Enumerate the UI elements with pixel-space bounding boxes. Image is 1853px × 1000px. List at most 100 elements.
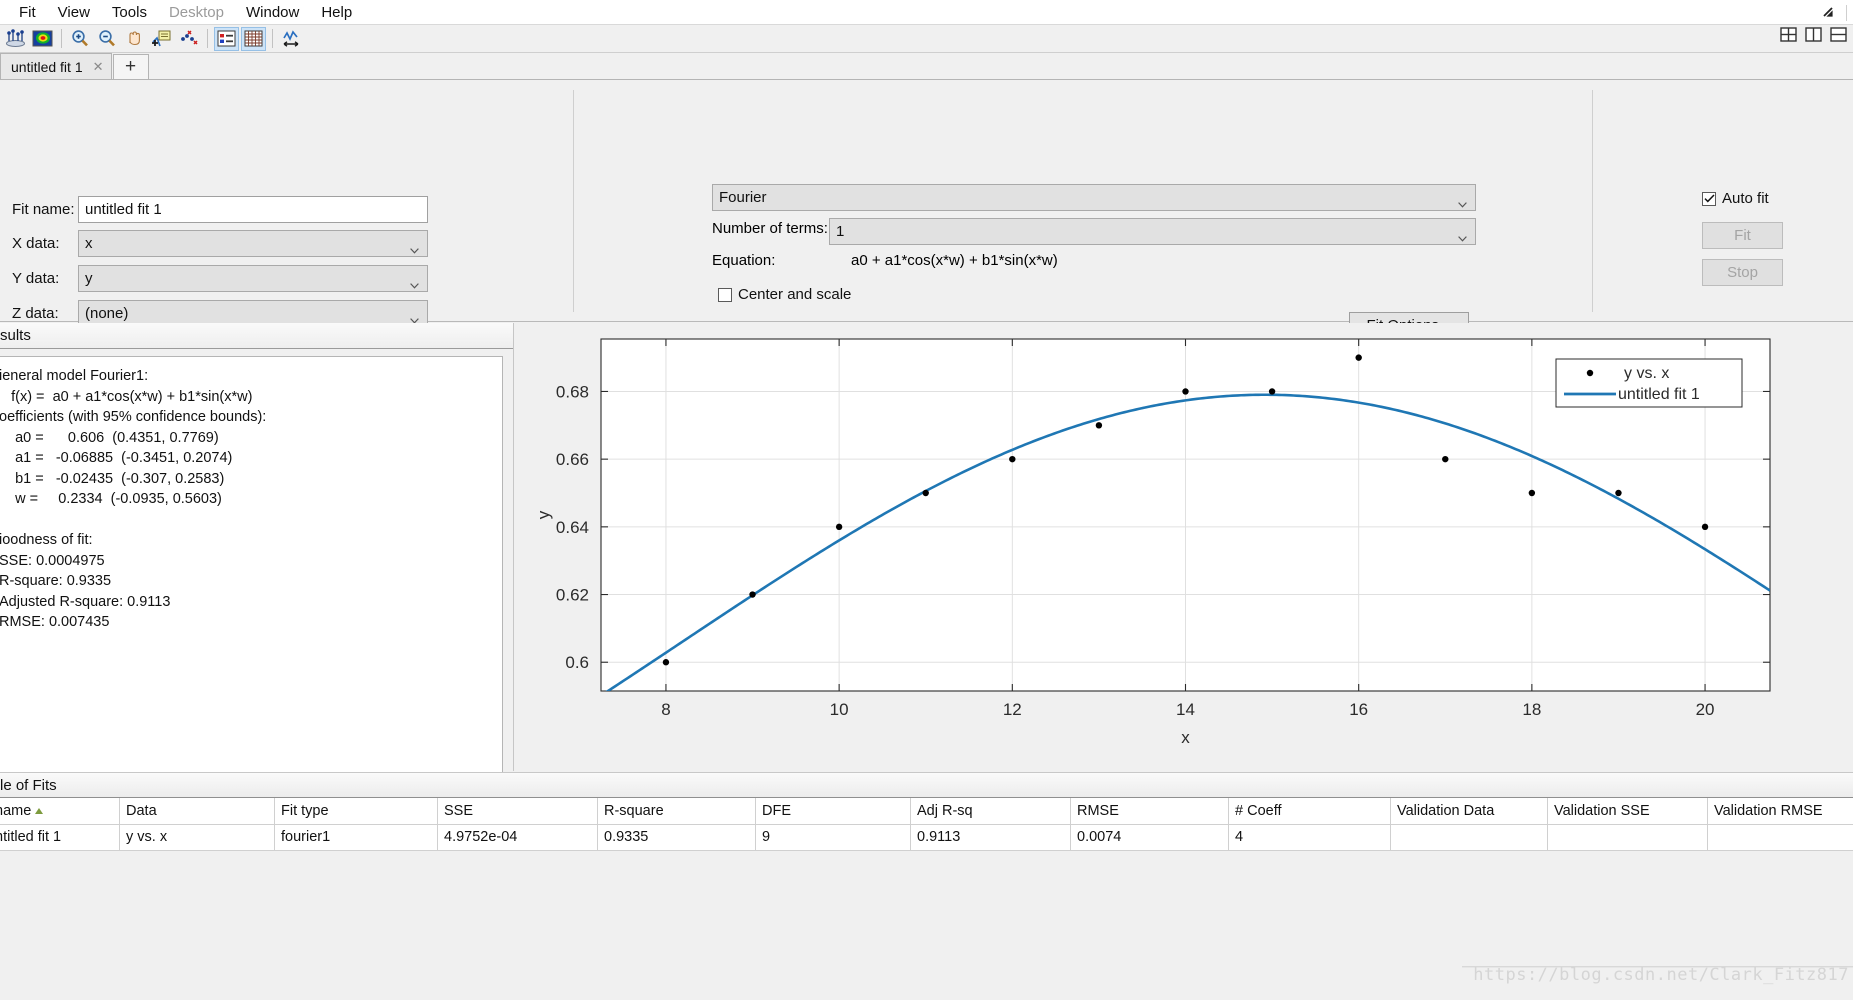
table-header-row: name Data Fit type SSE R-square DFE Adj … [0, 798, 1853, 825]
cell-validation-data [1390, 824, 1548, 851]
number-of-terms-dropdown[interactable]: 1 [829, 218, 1476, 245]
svg-text:0.64: 0.64 [556, 518, 589, 537]
x-data-dropdown[interactable]: x [78, 230, 428, 257]
auto-fit-checkbox[interactable] [1702, 191, 1716, 206]
column-header-fit-type[interactable]: Fit type [274, 798, 438, 825]
column-header-sse[interactable]: SSE [437, 798, 598, 825]
svg-text:x: x [1181, 728, 1190, 747]
fit-button[interactable]: Fit [1702, 222, 1783, 249]
center-and-scale-checkbox[interactable] [718, 287, 732, 302]
auto-fit-row[interactable]: Auto fit [1702, 190, 1769, 207]
plot-panel: 8 10 12 14 16 18 20 0.6 0.62 0.64 0.66 0.68 x y y vs. … [514, 323, 1853, 771]
table-row[interactable]: ntitled fit 1 y vs. x fourier1 4.9752e-0… [0, 824, 1853, 851]
menu-item-view[interactable]: View [47, 2, 101, 23]
results-panel-title: sults [0, 323, 513, 349]
results-text: ieneral model Fourier1: f(x) = a0 + a1*c… [0, 356, 503, 776]
fit-chart[interactable]: 8 10 12 14 16 18 20 0.6 0.62 0.64 0.66 0.68 x y y vs. … [514, 329, 1853, 771]
number-of-terms-label: Number of terms: [712, 220, 828, 237]
menu-item-fit[interactable]: Fit [8, 2, 47, 23]
menu-item-window[interactable]: Window [235, 2, 310, 23]
zoom-out-icon[interactable] [95, 27, 120, 51]
fit-tab-bar: untitled fit 1 ✕ + [0, 53, 1853, 80]
svg-text:16: 16 [1349, 700, 1368, 719]
add-fit-button[interactable]: + [112, 54, 149, 79]
tab-untitled-fit-1[interactable]: untitled fit 1 ✕ [0, 53, 112, 79]
exclude-outliers-icon[interactable] [176, 27, 201, 51]
column-header-num-coeff[interactable]: # Coeff [1228, 798, 1391, 825]
center-and-scale-row[interactable]: Center and scale [718, 286, 851, 303]
svg-text:20: 20 [1696, 700, 1715, 719]
chevron-down-icon [410, 276, 419, 289]
menu-item-help[interactable]: Help [310, 2, 363, 23]
watermark-text: https://blog.csdn.net/Clark_Fitz817 [1473, 965, 1849, 985]
column-header-dfe[interactable]: DFE [755, 798, 911, 825]
fit-plot-icon[interactable] [3, 27, 28, 51]
cell-data: y vs. x [119, 824, 275, 851]
column-header-adj-r-sq[interactable]: Adj R-sq [910, 798, 1071, 825]
equation-text: a0 + a1*cos(x*w) + b1*sin(x*w) [851, 252, 1058, 269]
fit-name-label: Fit name: [12, 201, 75, 218]
x-data-row: X data: x [12, 230, 428, 257]
grid-toggle-icon[interactable] [241, 26, 266, 51]
y-data-label: Y data: [12, 270, 60, 287]
y-data-dropdown[interactable]: y [78, 265, 428, 292]
axis-limits-icon[interactable] [279, 27, 304, 51]
menubar-divider [1846, 4, 1847, 21]
toolbar-layout-controls [1780, 27, 1847, 42]
menubar-right-controls [1820, 0, 1847, 25]
menu-item-desktop[interactable]: Desktop [158, 2, 235, 23]
cell-rmse: 0.0074 [1070, 824, 1229, 851]
cell-num-coeff: 4 [1228, 824, 1391, 851]
toolbar-separator-1 [61, 29, 62, 48]
legend-toggle-icon[interactable] [214, 26, 239, 51]
table-of-fits-panel: le of Fits name Data Fit type SSE R-squa… [0, 772, 1853, 862]
layout-horizontal-icon[interactable] [1830, 27, 1847, 42]
undock-arrow-icon[interactable] [1820, 5, 1836, 21]
fit-settings-panel: Fit name: untitled fit 1 X data: x Y dat… [0, 80, 1853, 362]
chevron-down-icon [410, 311, 419, 324]
layout-grid-icon[interactable] [1780, 27, 1797, 42]
chevron-down-icon [1458, 229, 1467, 242]
surface-plot-icon[interactable] [30, 27, 55, 51]
fit-model-value: Fourier [719, 189, 767, 206]
y-data-row: Y data: y [12, 265, 428, 292]
column-header-name[interactable]: name [0, 798, 120, 825]
stop-button[interactable]: Stop [1702, 259, 1783, 286]
column-header-rmse[interactable]: RMSE [1070, 798, 1229, 825]
svg-text:0.66: 0.66 [556, 450, 589, 469]
cell-validation-sse [1547, 824, 1708, 851]
cell-r-square: 0.9335 [597, 824, 756, 851]
cell-adj-r-sq: 0.9113 [910, 824, 1071, 851]
cell-name: ntitled fit 1 [0, 824, 120, 851]
svg-text:12: 12 [1003, 700, 1022, 719]
column-header-r-square[interactable]: R-square [597, 798, 756, 825]
chevron-down-icon [410, 241, 419, 254]
zoom-in-icon[interactable] [68, 27, 93, 51]
cell-fit-type: fourier1 [274, 824, 438, 851]
cell-validation-rmse [1707, 824, 1853, 851]
x-data-value: x [85, 235, 93, 252]
chevron-down-icon [1458, 195, 1467, 208]
svg-text:0.62: 0.62 [556, 586, 589, 605]
svg-text:8: 8 [661, 700, 670, 719]
column-header-validation-data[interactable]: Validation Data [1390, 798, 1548, 825]
svg-text:y vs. x: y vs. x [1624, 365, 1669, 382]
close-icon[interactable]: ✕ [93, 60, 104, 73]
svg-text:14: 14 [1176, 700, 1195, 719]
data-cursor-icon[interactable] [149, 27, 174, 51]
svg-text:y: y [534, 510, 553, 519]
column-header-validation-rmse[interactable]: Validation RMSE [1707, 798, 1853, 825]
settings-divider-right [1592, 90, 1593, 312]
sort-ascending-icon [35, 807, 44, 814]
svg-text:10: 10 [830, 700, 849, 719]
column-header-validation-sse[interactable]: Validation SSE [1547, 798, 1708, 825]
menu-item-tools[interactable]: Tools [101, 2, 158, 23]
fit-name-input[interactable]: untitled fit 1 [78, 196, 428, 223]
pan-icon[interactable] [122, 27, 147, 51]
fit-model-dropdown[interactable]: Fourier [712, 184, 1476, 211]
svg-text:18: 18 [1522, 700, 1541, 719]
x-data-label: X data: [12, 235, 60, 252]
number-of-terms-value: 1 [836, 223, 845, 240]
layout-vertical-icon[interactable] [1805, 27, 1822, 42]
column-header-data[interactable]: Data [119, 798, 275, 825]
